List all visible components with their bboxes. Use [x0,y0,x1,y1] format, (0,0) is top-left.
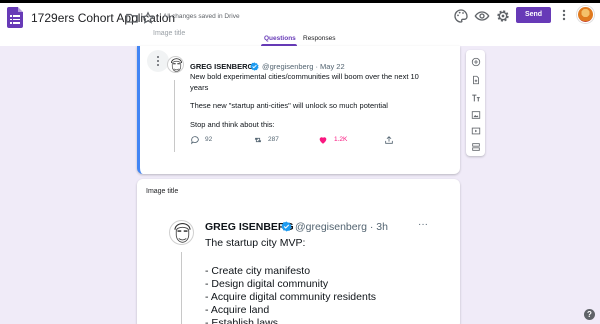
tweet-author-avatar [167,56,184,73]
send-button[interactable]: Send [516,7,551,23]
window-top-edge [0,0,600,3]
tweet-text-line: These new "startup anti-cities" will unl… [190,101,388,110]
settings-icon[interactable] [495,8,511,24]
question-title-placeholder[interactable]: Image title [153,30,185,37]
tweet-author-avatar [169,220,194,245]
add-video-icon[interactable] [471,126,481,136]
image-title[interactable]: Image title [146,188,178,195]
tweet-text-line: New bold experimental cities/communities… [190,72,419,81]
more-vert-icon[interactable] [561,9,567,21]
add-question-icon[interactable] [471,57,481,67]
like-heart-icon [319,137,327,144]
tweet-text-line: Stop and think about this: [190,120,275,129]
palette-icon[interactable] [453,8,469,24]
tab-responses[interactable]: Responses [303,35,336,42]
add-section-icon[interactable] [471,142,481,152]
thread-line [181,252,182,324]
folder-icon[interactable] [125,11,139,25]
reply-icon [191,136,199,145]
form-tabs: Questions Responses [0,30,600,46]
tweet-text-line: - Create city manifesto [205,265,311,277]
import-questions-icon[interactable] [471,75,481,85]
retweet-icon [254,137,262,143]
google-forms-logo-icon[interactable] [7,7,23,28]
verified-badge-icon [281,221,292,232]
tweet-text-line: - Acquire land [205,304,270,316]
add-title-icon[interactable] [471,93,481,103]
tweet-text-line: - Establish laws [205,317,278,324]
like-count: 1.2K [334,136,348,143]
tweet-handle-time: @gregisenberg · 3h [295,221,388,233]
tweet-text-line: The startup city MVP: [205,237,306,249]
preview-eye-icon[interactable] [474,8,490,24]
help-icon[interactable]: ? [584,309,595,320]
thread-line [174,80,175,152]
tweet-text-line: years [190,83,209,92]
tweet-more-icon: ··· [418,219,428,230]
tab-questions[interactable]: Questions [264,35,296,42]
share-icon [385,136,393,144]
tweet-author-name: GREG ISENBERG [190,62,254,71]
star-icon[interactable] [141,11,155,25]
reply-count: 92 [205,136,213,143]
tweet-handle-date: @gregisenberg · May 22 [262,62,345,71]
account-avatar[interactable] [577,6,594,23]
save-status: All changes saved in Drive [163,13,240,20]
tweet-text-line: - Acquire digital community residents [205,291,376,303]
retweet-count: 287 [268,136,279,143]
verified-badge-icon [250,62,259,71]
drag-handle-icon[interactable] [147,50,169,72]
tweet-text-line: - Design digital community [205,278,329,290]
add-image-icon[interactable] [471,110,481,120]
